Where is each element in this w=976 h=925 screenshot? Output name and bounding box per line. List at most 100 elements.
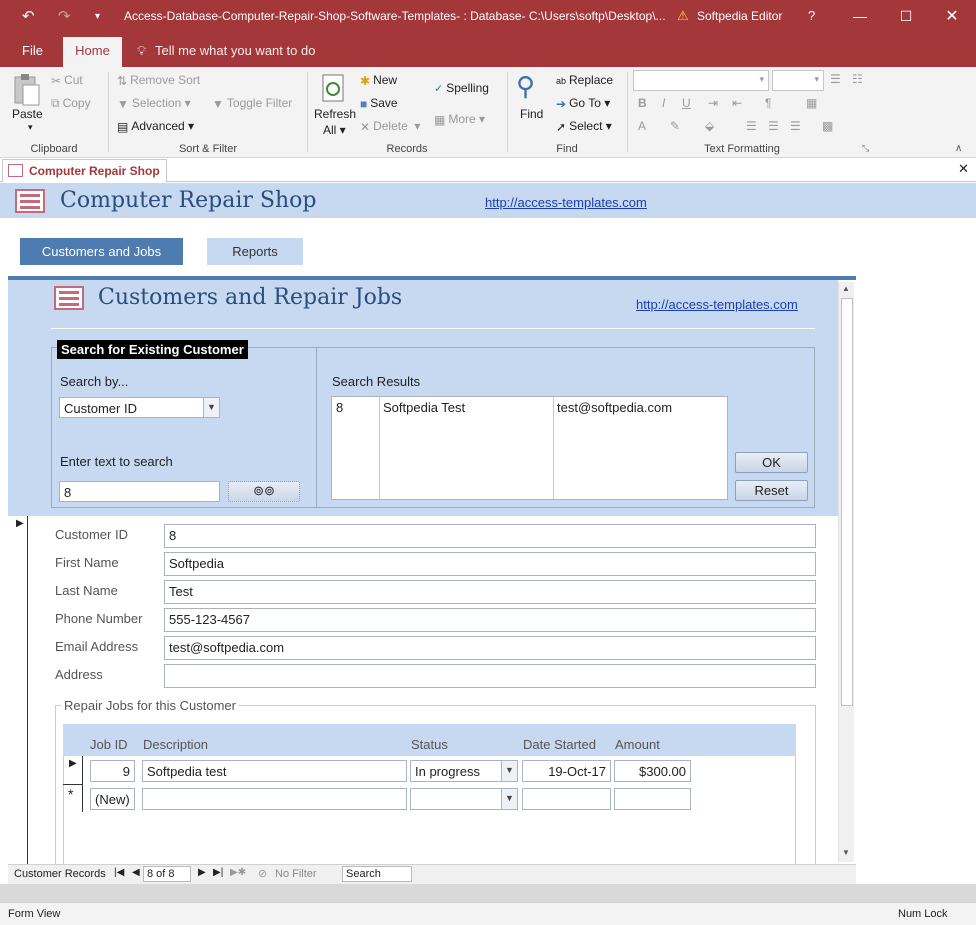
- selection-button[interactable]: ▼ Selection ▾: [117, 96, 191, 111]
- search-by-select[interactable]: Customer ID ▼: [59, 397, 220, 418]
- tell-me-search[interactable]: Tell me what you want to do: [155, 43, 315, 58]
- nav-reports[interactable]: Reports: [207, 238, 303, 265]
- go-to-button[interactable]: ➔ Go To ▾: [556, 96, 610, 111]
- first-name-field[interactable]: Softpedia: [164, 552, 816, 576]
- align-right-icon[interactable]: ☰: [790, 119, 801, 133]
- ok-button[interactable]: OK: [735, 452, 808, 473]
- bullets-icon[interactable]: ☰: [830, 72, 841, 86]
- reset-button[interactable]: Reset: [735, 480, 808, 501]
- collapse-ribbon-icon[interactable]: ∧: [955, 143, 962, 154]
- chevron-down-icon[interactable]: ▼: [501, 789, 517, 809]
- delete-button[interactable]: ✕ Delete ▾: [360, 119, 420, 134]
- search-input[interactable]: 8: [59, 481, 220, 502]
- scroll-up-icon[interactable]: ▲: [842, 284, 850, 293]
- new-record-nav-icon[interactable]: ▶✱: [230, 867, 246, 878]
- description-cell[interactable]: Softpedia test: [142, 760, 407, 782]
- remove-sort-button[interactable]: ⇅ Remove Sort: [117, 73, 200, 88]
- last-record-icon[interactable]: ▶|: [213, 867, 223, 878]
- chevron-down-icon[interactable]: ▾: [28, 122, 33, 133]
- email-field[interactable]: test@softpedia.com: [164, 636, 816, 660]
- amount-cell[interactable]: [614, 788, 691, 810]
- quick-access-dropdown-icon[interactable]: ▾: [95, 11, 100, 22]
- align-left-icon[interactable]: ☰: [746, 119, 757, 133]
- date-started-cell[interactable]: 19-Oct-17: [522, 760, 611, 782]
- undo-icon[interactable]: ↶: [22, 7, 35, 25]
- chevron-down-icon[interactable]: ▼: [501, 761, 517, 781]
- tab-file[interactable]: File: [22, 43, 43, 58]
- refresh-icon[interactable]: [320, 73, 348, 108]
- vertical-scrollbar[interactable]: ▲ ▼: [838, 282, 854, 862]
- underline-button[interactable]: U: [682, 96, 691, 110]
- font-size-combo[interactable]: ▾: [772, 70, 824, 91]
- minimize-icon[interactable]: —: [837, 0, 883, 33]
- customer-id-field[interactable]: 8: [164, 524, 816, 548]
- highlight-icon[interactable]: ✎: [670, 119, 680, 133]
- spelling-button[interactable]: ✓ Spelling: [434, 81, 489, 95]
- scroll-down-icon[interactable]: ▼: [842, 848, 850, 857]
- next-record-icon[interactable]: ▶: [198, 867, 206, 878]
- job-id-cell[interactable]: (New): [90, 788, 135, 810]
- save-button[interactable]: ■ Save: [360, 96, 398, 111]
- record-position-input[interactable]: 8 of 8: [143, 866, 191, 882]
- gridlines-icon[interactable]: ▦: [806, 96, 817, 110]
- indent-increase-icon[interactable]: ⇥: [708, 96, 718, 110]
- form-link[interactable]: http://access-templates.com: [636, 297, 798, 312]
- nav-customers-jobs[interactable]: Customers and Jobs: [20, 238, 183, 265]
- bold-button[interactable]: B: [638, 96, 647, 110]
- address-field[interactable]: [164, 664, 816, 688]
- copy-button[interactable]: ⧉ Copy: [51, 96, 91, 111]
- last-name-field[interactable]: Test: [164, 580, 816, 604]
- dialog-launcher-icon[interactable]: ⤡: [862, 143, 869, 154]
- list-item[interactable]: 8 Softpedia Test test@softpedia.com: [332, 399, 727, 417]
- replace-button[interactable]: ab Replace: [556, 73, 613, 87]
- find-icon[interactable]: ⚲: [516, 71, 535, 102]
- chevron-down-icon[interactable]: ▼: [203, 398, 219, 417]
- cut-button[interactable]: ✂ Cut: [51, 73, 83, 88]
- close-icon[interactable]: ✕: [929, 0, 975, 33]
- date-started-cell[interactable]: [522, 788, 611, 810]
- header-link[interactable]: http://access-templates.com: [485, 195, 647, 210]
- help-icon[interactable]: ?: [808, 8, 815, 23]
- paragraph-icon[interactable]: ¶: [765, 96, 771, 110]
- numbering-icon[interactable]: ☷: [852, 72, 863, 86]
- more-button[interactable]: ▦ More ▾: [434, 112, 485, 127]
- refresh-button[interactable]: Refresh: [314, 107, 356, 121]
- font-color-button[interactable]: A: [638, 119, 646, 133]
- align-center-icon[interactable]: ☰: [768, 119, 779, 133]
- tab-home[interactable]: Home: [63, 37, 122, 67]
- advanced-button[interactable]: ▤ Advanced ▾: [117, 119, 194, 134]
- current-record-icon: ▶: [16, 518, 24, 529]
- redo-icon[interactable]: ↷: [58, 7, 71, 25]
- new-record-button[interactable]: ✱ New: [360, 73, 397, 88]
- scroll-thumb[interactable]: [841, 298, 853, 706]
- record-search-input[interactable]: Search: [342, 866, 412, 882]
- search-results-list[interactable]: 8 Softpedia Test test@softpedia.com: [331, 396, 728, 500]
- indent-decrease-icon[interactable]: ⇤: [732, 96, 742, 110]
- status-cell[interactable]: ▼: [410, 788, 518, 810]
- filter-status[interactable]: No Filter: [275, 868, 317, 880]
- status-cell[interactable]: In progress ▼: [410, 760, 518, 782]
- fill-color-icon[interactable]: ⬙: [705, 119, 714, 133]
- paste-icon[interactable]: [11, 73, 43, 107]
- font-name-combo[interactable]: ▾: [633, 70, 769, 91]
- first-record-icon[interactable]: |◀: [114, 867, 124, 878]
- document-tab[interactable]: Computer Repair Shop: [2, 159, 167, 182]
- italic-button[interactable]: I: [662, 96, 665, 110]
- amount-cell[interactable]: $300.00: [614, 760, 691, 782]
- record-selector[interactable]: ▶: [12, 516, 28, 864]
- phone-field[interactable]: 555-123-4567: [164, 608, 816, 632]
- select-button[interactable]: ➚ Select ▾: [556, 119, 612, 134]
- search-button[interactable]: ⊚⊚: [228, 481, 300, 502]
- spelling-icon: ✓: [434, 83, 444, 96]
- alt-row-color-icon[interactable]: ▩: [822, 119, 833, 133]
- refresh-all-button[interactable]: All ▾: [323, 123, 346, 137]
- paste-button[interactable]: Paste: [12, 107, 43, 121]
- account-name[interactable]: Softpedia Editor: [697, 9, 782, 23]
- toggle-filter-button[interactable]: ▼ Toggle Filter: [212, 96, 292, 111]
- description-cell[interactable]: [142, 788, 407, 810]
- maximize-icon[interactable]: ☐: [883, 0, 929, 33]
- find-button[interactable]: Find: [520, 107, 543, 121]
- close-document-icon[interactable]: ✕: [958, 161, 969, 177]
- job-id-cell[interactable]: 9: [90, 760, 135, 782]
- prev-record-icon[interactable]: ◀: [132, 867, 140, 878]
